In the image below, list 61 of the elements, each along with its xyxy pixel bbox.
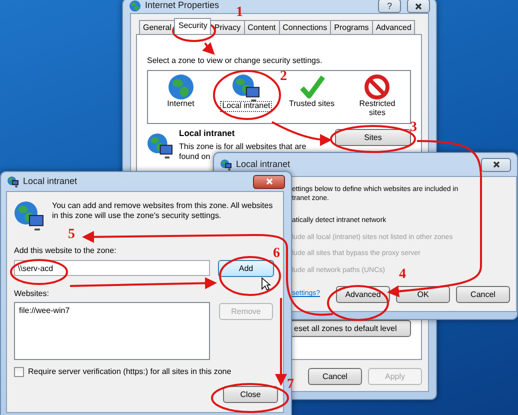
mouse-cursor-icon [261,277,271,291]
dialog-button[interactable]: Cancel [456,286,510,303]
step-number: 1 [236,6,243,20]
tab[interactable]: Security [174,18,212,34]
instruction-text: Select a zone to view or change security settings. [147,55,322,67]
globe-computer-icon [232,74,260,102]
tab[interactable]: Connections [278,20,332,34]
tab[interactable]: Privacy [210,20,245,34]
globe-computer-icon [7,176,19,188]
globe-computer-icon [147,133,173,159]
globe-icon [129,0,141,12]
window-title: Internet Properties [145,0,220,12]
zone-item[interactable]: Local intranet [221,102,272,111]
annotation-ellipse [10,259,68,285]
tab[interactable]: General [139,20,176,34]
globe-icon [168,74,194,100]
url-input-field[interactable]: \\serv-acd [14,260,210,276]
step-number: 7 [287,378,294,392]
zone-description: This zone is for all websites that are [179,142,306,152]
close-button[interactable]: Close [223,386,278,403]
tab[interactable]: Programs [330,20,373,34]
step-number: 2 [280,70,287,84]
globe-computer-icon [220,158,232,170]
window-title: Local intranet [236,158,290,171]
close-button[interactable] [407,0,430,13]
field-label: Add this website to the zone: [14,245,116,257]
close-icon [266,178,272,185]
annotation-ellipse [327,285,389,321]
reset-button[interactable]: eset all zones to default level [289,320,411,337]
step-number: 5 [68,228,75,242]
sites-button[interactable]: Sites [335,129,411,146]
checkbox-label: Require server verification (https:) for all sites in this zone [28,366,232,378]
tab[interactable]: Content [244,20,280,34]
annotation-ellipse [213,70,281,120]
globe-computer-icon [14,201,44,231]
website-item[interactable]: file://wee-win7 [19,305,205,317]
close-button[interactable] [253,174,285,188]
window-title: Local intranet [23,174,78,188]
add-button[interactable]: Add [218,260,274,277]
annotation-arrow [202,42,215,55]
checkmark-icon [298,74,325,100]
help-button[interactable]: ? [378,0,401,13]
zone-item[interactable]: Internet [166,100,196,109]
description-text: You can add and remove websites from this zone. All websites in this zone will use the zone's security settings. [52,201,274,222]
zone-item[interactable]: Restricted sites [349,100,406,118]
zone-item[interactable]: Trusted sites [288,100,336,109]
tab[interactable]: Advanced [372,20,416,34]
no-entry-icon [364,74,390,100]
close-icon [415,2,422,10]
checkbox[interactable] [14,367,24,377]
step-number: 3 [410,121,417,135]
field-label: Websites: [14,288,49,300]
website-list[interactable]: file://wee-win7 [14,302,210,360]
close-button[interactable] [481,158,511,172]
step-number: 6 [273,247,280,261]
zone-title: Local intranet [179,127,236,140]
annotation-ellipse [219,256,281,296]
close-icon [492,161,500,168]
step-number: 4 [399,268,406,282]
zone-description: found on [179,152,210,162]
dialog-button[interactable]: Cancel [308,368,362,385]
